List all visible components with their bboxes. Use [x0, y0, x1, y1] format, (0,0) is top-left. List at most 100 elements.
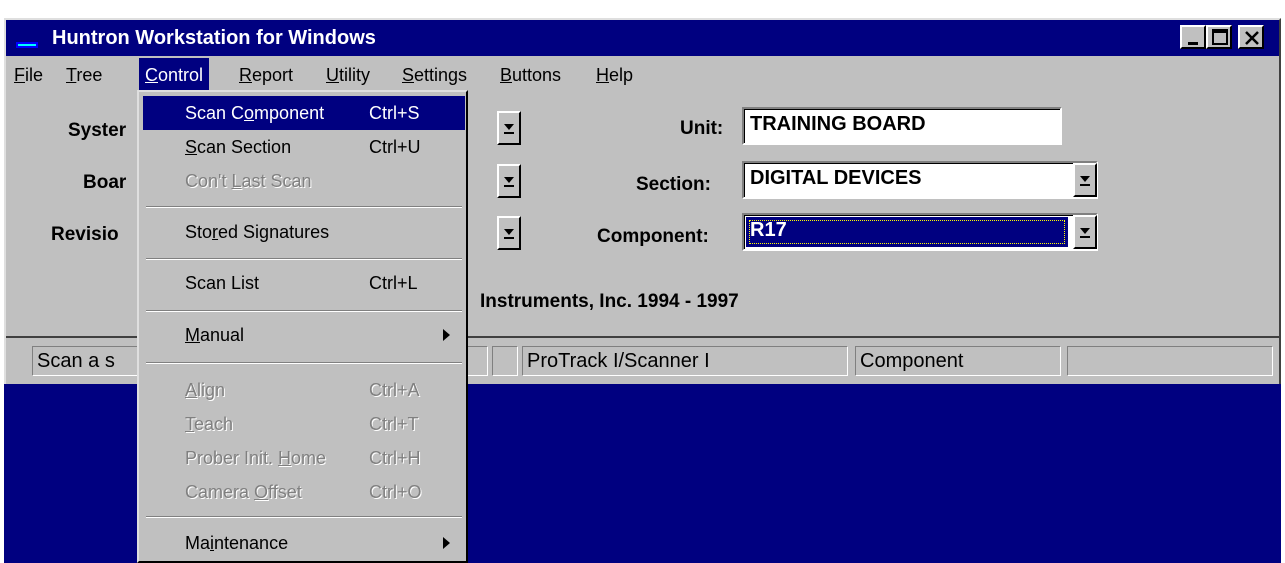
- camera-offset-shortcut: Ctrl+O: [369, 482, 422, 502]
- board-label: Boar: [83, 172, 127, 193]
- menu-control-mnemonic: C: [145, 65, 158, 85]
- chevron-down-icon: [1080, 176, 1090, 186]
- menu-item-cont-last-scan: Con't Last Scan: [143, 164, 465, 198]
- menu-utility-mnemonic: U: [326, 65, 339, 85]
- revision-label: Revisio: [51, 224, 119, 245]
- maximize-button[interactable]: [1206, 25, 1232, 49]
- cont-last-scan-label-a: Con't: [185, 171, 232, 191]
- menu-help-label: elp: [609, 65, 634, 85]
- cont-last-scan-label-b: ast Scan: [241, 171, 312, 191]
- section-label: Section:: [636, 174, 711, 195]
- menu-utility[interactable]: Utility: [326, 58, 370, 92]
- maintenance-label-a: Ma: [185, 533, 211, 553]
- scan-list-label: Scan List: [185, 273, 260, 293]
- component-value: R17: [750, 219, 787, 241]
- copyright-text: Instruments, Inc. 1994 - 1997: [480, 291, 739, 312]
- status-cell-5: [1067, 346, 1273, 376]
- scan-section-label-b: can Section: [197, 137, 292, 157]
- window-title: Huntron Workstation for Windows: [52, 27, 376, 49]
- submenu-arrow-icon: [443, 329, 450, 341]
- align-shortcut: Ctrl+A: [369, 380, 420, 400]
- chevron-down-icon: [1080, 228, 1090, 238]
- section-value: DIGITAL DEVICES: [750, 167, 922, 189]
- menu-settings[interactable]: Settings: [402, 58, 467, 92]
- menu-item-scan-component[interactable]: Scan Component Ctrl+S: [143, 96, 465, 130]
- close-icon: [1245, 31, 1259, 45]
- unit-value: TRAINING BOARD: [750, 113, 926, 135]
- menu-buttons-label: uttons: [512, 65, 562, 85]
- menu-item-scan-section[interactable]: Scan Section Ctrl+U: [143, 130, 465, 164]
- component-select[interactable]: R17: [742, 213, 1098, 251]
- chevron-down-icon: [504, 124, 514, 134]
- menu-file-mnemonic: F: [14, 65, 25, 85]
- align-label: lign: [197, 380, 226, 400]
- menu-tree-label: ree: [76, 65, 103, 85]
- menu-item-manual[interactable]: Manual: [143, 318, 465, 352]
- teach-shortcut: Ctrl+T: [369, 414, 419, 434]
- section-dropdown-button[interactable]: [1073, 163, 1097, 197]
- menu-report-mnemonic: R: [239, 65, 252, 85]
- teach-label: each: [194, 414, 234, 434]
- stored-signatures-label-b: ed Signatures: [218, 222, 330, 242]
- manual-label: anual: [200, 325, 245, 345]
- unit-field[interactable]: TRAINING BOARD: [742, 107, 1062, 145]
- menu-control-label: ontrol: [158, 65, 204, 85]
- close-button[interactable]: [1238, 25, 1264, 49]
- scan-component-label-a: Scan C: [185, 103, 245, 123]
- align-mnemonic: A: [185, 380, 198, 400]
- scan-component-mnemonic: o: [244, 103, 255, 123]
- menu-control[interactable]: Control: [139, 58, 210, 92]
- menu-separator: [146, 206, 462, 208]
- cont-last-scan-mnemonic: L: [231, 171, 242, 191]
- menu-buttons[interactable]: Buttons: [500, 58, 561, 92]
- unit-label: Unit:: [680, 118, 724, 139]
- camera-offset-label-a: Camera: [185, 482, 255, 502]
- teach-mnemonic: T: [185, 414, 194, 434]
- scan-component-shortcut: Ctrl+S: [369, 103, 420, 123]
- scan-section-shortcut: Ctrl+U: [369, 137, 421, 157]
- maximize-icon: [1212, 29, 1228, 45]
- camera-offset-mnemonic: O: [254, 482, 269, 502]
- prober-init-home-mnemonic: H: [278, 448, 292, 468]
- menu-item-prober-init-home: Prober Init. Home Ctrl+H: [143, 441, 465, 475]
- menu-file-label: ile: [25, 65, 44, 85]
- board-dropdown-button[interactable]: [497, 164, 521, 198]
- menu-settings-mnemonic: S: [402, 65, 415, 85]
- menu-tree-mnemonic: T: [66, 65, 77, 85]
- menu-report[interactable]: Report: [239, 58, 293, 92]
- menu-help-mnemonic: H: [596, 65, 609, 85]
- status-scanner: ProTrack I/Scanner I: [522, 346, 848, 376]
- menu-settings-label: ettings: [414, 65, 468, 85]
- component-label: Component:: [597, 226, 709, 247]
- menu-item-scan-list[interactable]: Scan List Ctrl+L: [143, 266, 465, 300]
- prober-init-home-label-b: ome: [291, 448, 327, 468]
- menu-file[interactable]: File: [14, 58, 43, 92]
- stored-signatures-label-a: Sto: [185, 222, 213, 242]
- menu-item-camera-offset: Camera Offset Ctrl+O: [143, 475, 465, 509]
- component-selection: [746, 217, 1068, 247]
- scan-component-label-b: mponent: [254, 103, 325, 123]
- menu-item-align: Align Ctrl+A: [143, 373, 465, 407]
- prober-init-home-shortcut: Ctrl+H: [369, 448, 421, 468]
- scan-section-mnemonic: S: [185, 137, 198, 157]
- menu-separator: [146, 362, 462, 364]
- menu-item-maintenance[interactable]: Maintenance: [143, 526, 465, 560]
- menu-buttons-mnemonic: B: [500, 65, 513, 85]
- chevron-down-icon: [504, 177, 514, 187]
- menu-help[interactable]: Help: [596, 58, 633, 92]
- menu-item-teach: Teach Ctrl+T: [143, 407, 465, 441]
- maintenance-label-b: ntenance: [214, 533, 289, 553]
- menu-tree[interactable]: Tree: [66, 58, 102, 92]
- status-mode: Component: [855, 346, 1061, 376]
- app-icon[interactable]: [14, 30, 42, 50]
- minimize-button[interactable]: [1180, 25, 1206, 49]
- menu-utility-label: tility: [339, 65, 370, 85]
- revision-dropdown-button[interactable]: [497, 216, 521, 250]
- minimize-icon: [1188, 42, 1198, 45]
- menu-item-stored-signatures[interactable]: Stored Signatures: [143, 215, 465, 249]
- system-label: Syster: [68, 120, 127, 141]
- component-dropdown-button[interactable]: [1073, 215, 1097, 249]
- system-dropdown-button[interactable]: [497, 111, 521, 145]
- section-select[interactable]: DIGITAL DEVICES: [742, 161, 1098, 199]
- menu-separator: [146, 258, 462, 260]
